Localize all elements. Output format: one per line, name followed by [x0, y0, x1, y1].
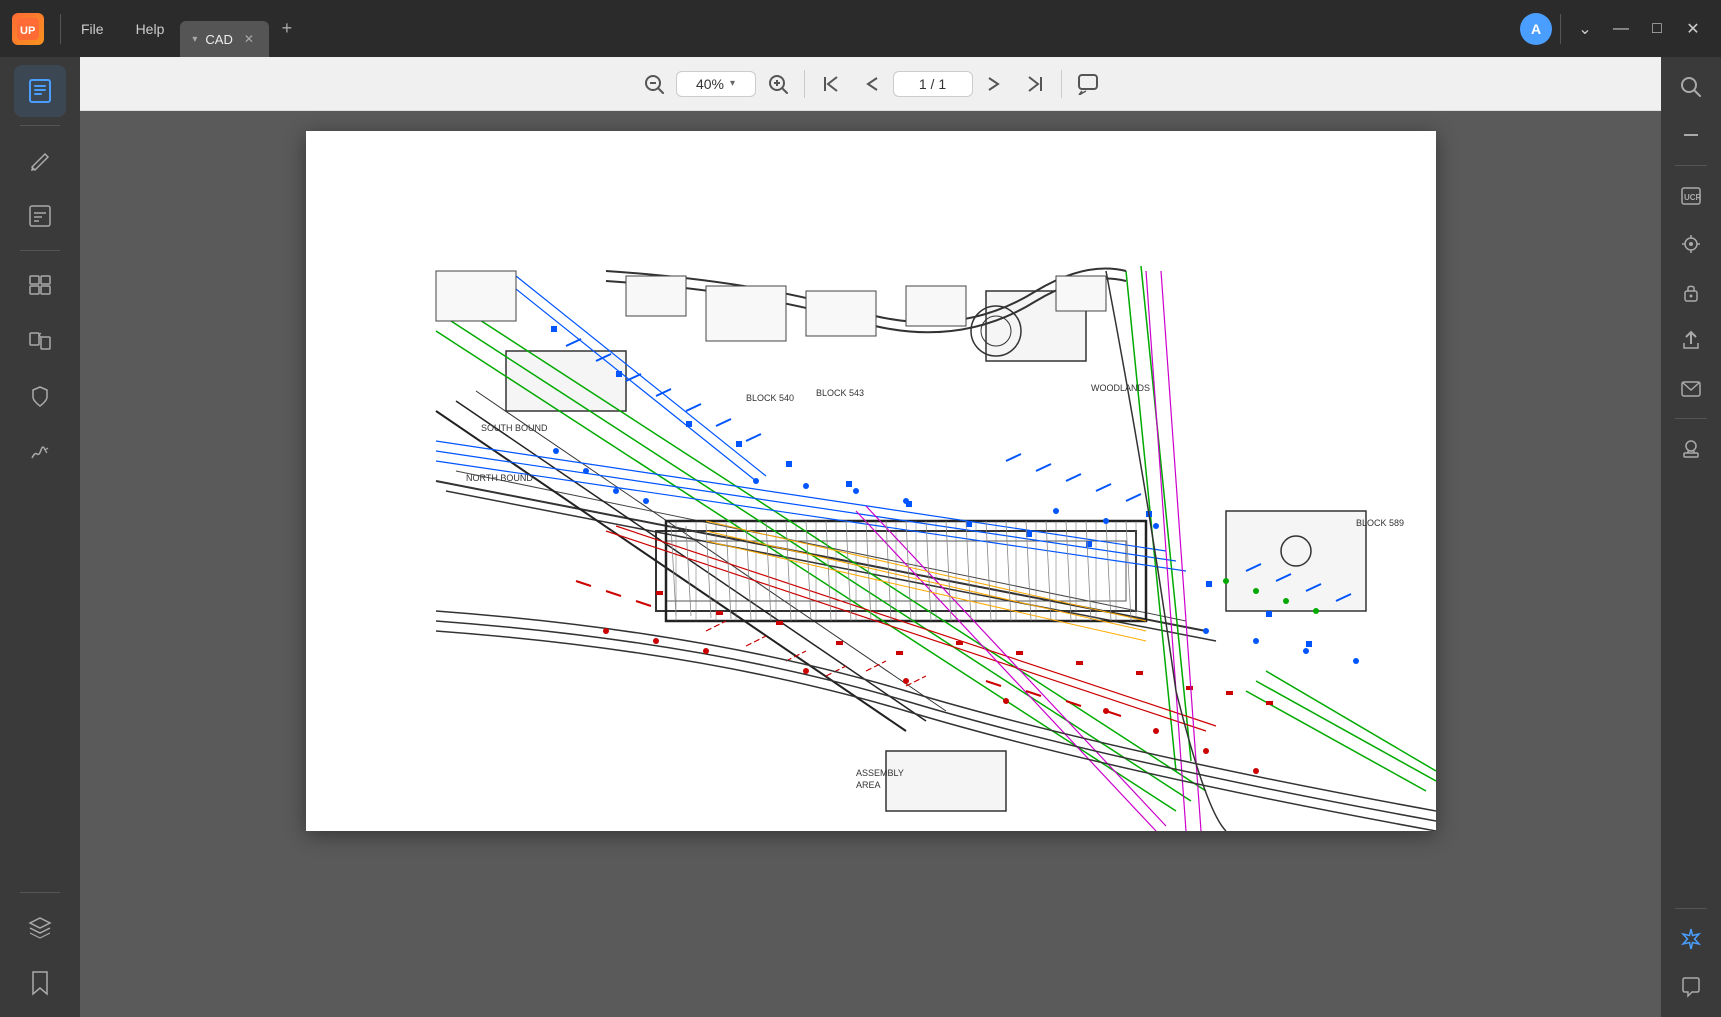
title-divider-2 [1560, 14, 1561, 44]
svg-text:BLOCK 589: BLOCK 589 [1356, 518, 1404, 528]
zoom-control[interactable]: 40% ▾ [676, 71, 756, 97]
doc-page: SOUTH BOUND NORTH BOUND BLOCK 540 BLOCK … [306, 131, 1436, 831]
tab-close-button[interactable]: ✕ [241, 31, 257, 47]
zoom-dropdown-arrow: ▾ [730, 78, 735, 89]
svg-text:BLOCK 543: BLOCK 543 [816, 388, 864, 398]
first-page-button[interactable] [813, 66, 849, 102]
window-controls: A ⌄ — □ ✕ [1520, 13, 1721, 45]
right-icon-ocr[interactable]: UCR [1669, 174, 1713, 218]
comment-button[interactable] [1070, 66, 1106, 102]
next-page-button[interactable] [977, 66, 1013, 102]
sidebar-icon-annotate[interactable] [14, 134, 66, 186]
sidebar-divider-2 [20, 250, 60, 251]
title-bar: UP File Help ▾ CAD ✕ + A ⌄ — □ ✕ [0, 0, 1721, 57]
sidebar-icon-layers[interactable] [14, 901, 66, 953]
page-control[interactable]: 1 / 1 [893, 71, 973, 97]
zoom-out-button[interactable] [636, 66, 672, 102]
sidebar-icon-bookmark[interactable] [14, 957, 66, 1009]
sidebar-icon-protect[interactable] [14, 371, 66, 423]
title-divider-1 [60, 14, 61, 44]
sidebar-icon-edit[interactable] [14, 190, 66, 242]
window-minimize-button[interactable]: — [1605, 13, 1637, 45]
tab-dropdown-arrow[interactable]: ▾ [192, 34, 197, 45]
right-icon-ai[interactable] [1669, 917, 1713, 961]
right-icon-share[interactable] [1669, 318, 1713, 362]
right-divider-1 [1675, 165, 1707, 166]
main-area: 40% ▾ [0, 57, 1721, 1017]
svg-text:AREA: AREA [856, 780, 881, 790]
sidebar-bottom [14, 888, 66, 1009]
page-display: 1 / 1 [919, 76, 946, 92]
right-icon-mail[interactable] [1669, 366, 1713, 410]
right-divider-3 [1675, 908, 1707, 909]
menu-help[interactable]: Help [120, 0, 181, 57]
tab-title: CAD [205, 32, 232, 47]
left-sidebar [0, 57, 80, 1017]
sidebar-icon-reader[interactable] [14, 65, 66, 117]
app-logo[interactable]: UP [0, 0, 56, 57]
sidebar-divider-3 [20, 892, 60, 893]
user-avatar[interactable]: A [1520, 13, 1552, 45]
menu-items: File Help [65, 0, 180, 57]
right-icon-search[interactable] [1669, 65, 1713, 109]
right-sidebar-bottom [1669, 904, 1713, 1009]
zoom-in-button[interactable] [760, 66, 796, 102]
right-icon-stamp[interactable] [1669, 427, 1713, 471]
last-page-button[interactable] [1017, 66, 1053, 102]
tab-bar: ▾ CAD ✕ + [180, 0, 1520, 57]
right-sidebar: UCR [1661, 57, 1721, 1017]
svg-text:BLOCK 540: BLOCK 540 [746, 393, 794, 403]
right-icon-chat[interactable] [1669, 965, 1713, 1009]
menu-file[interactable]: File [65, 0, 120, 57]
svg-text:NORTH BOUND: NORTH BOUND [466, 473, 533, 483]
window-dropdown-button[interactable]: ⌄ [1569, 13, 1601, 45]
sidebar-icon-sign[interactable] [14, 427, 66, 479]
svg-text:UCR: UCR [1684, 193, 1702, 202]
right-icon-lock[interactable] [1669, 270, 1713, 314]
svg-text:ASSEMBLY: ASSEMBLY [856, 768, 904, 778]
toolbar-divider-2 [1061, 70, 1062, 98]
window-close-button[interactable]: ✕ [1677, 13, 1709, 45]
svg-text:SOUTH BOUND: SOUTH BOUND [481, 423, 548, 433]
right-icon-scan[interactable] [1669, 222, 1713, 266]
sidebar-icon-organize[interactable] [14, 259, 66, 311]
prev-page-button[interactable] [853, 66, 889, 102]
tab-add-button[interactable]: + [273, 15, 301, 43]
tab-cad[interactable]: ▾ CAD ✕ [180, 21, 268, 57]
svg-text:UP: UP [20, 25, 35, 37]
doc-viewer[interactable]: SOUTH BOUND NORTH BOUND BLOCK 540 BLOCK … [80, 111, 1661, 1017]
svg-text:WOODLANDS: WOODLANDS [1091, 383, 1150, 393]
toolbar-divider-1 [804, 70, 805, 98]
window-maximize-button[interactable]: □ [1641, 13, 1673, 45]
logo-mark: UP [12, 13, 44, 45]
sidebar-divider-1 [20, 125, 60, 126]
right-icon-zoom-minus[interactable] [1669, 113, 1713, 157]
sidebar-icon-convert[interactable] [14, 315, 66, 367]
content-area: 40% ▾ [80, 57, 1661, 1017]
zoom-value: 40% [696, 76, 724, 92]
toolbar: 40% ▾ [80, 57, 1661, 111]
right-divider-2 [1675, 418, 1707, 419]
